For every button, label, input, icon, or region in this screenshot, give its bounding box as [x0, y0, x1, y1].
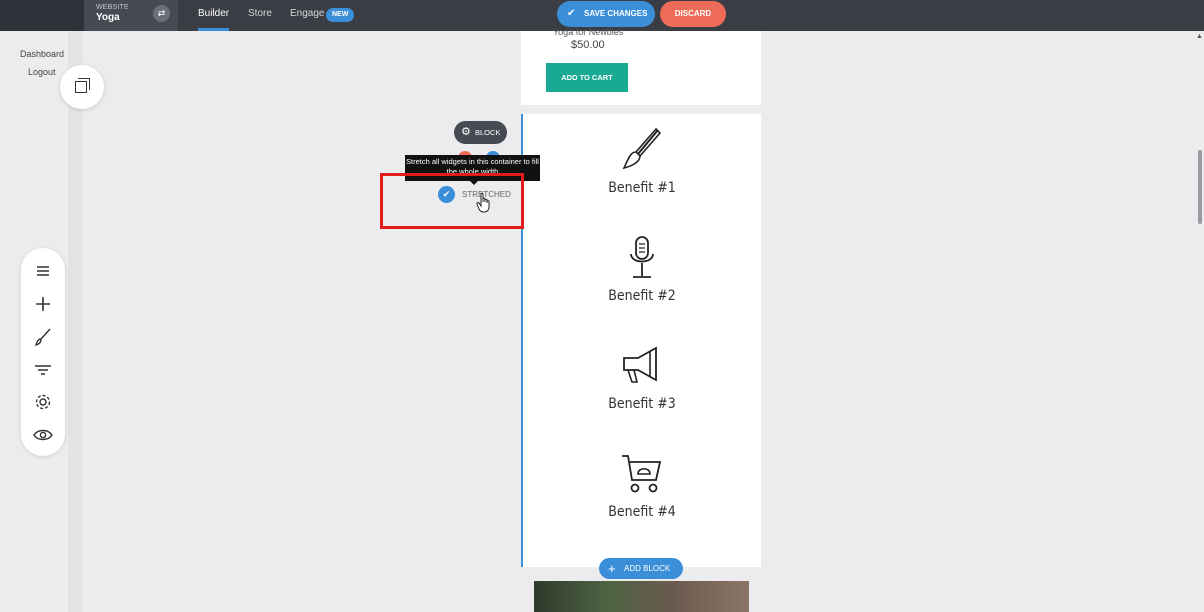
gear-icon[interactable] [31, 390, 55, 414]
tab-store[interactable]: Store [248, 0, 272, 31]
highlight-box [380, 173, 524, 229]
benefits-block[interactable]: Benefit #1 Benefit #2 Benefit #3 Benefit… [521, 114, 761, 567]
plus-icon[interactable] [31, 292, 55, 316]
save-changes-button[interactable]: ✔ SAVE CHANGES [557, 1, 655, 27]
gear-icon: ⚙ [461, 126, 471, 138]
benefit-title: Benefit #2 [608, 288, 676, 304]
block-label: BLOCK [475, 128, 501, 137]
add-block-button[interactable]: + ADD BLOCK [599, 558, 683, 579]
add-to-cart-button[interactable]: ADD TO CART [546, 63, 628, 92]
website-switcher[interactable]: WEBSITE Yoga ⇄ [84, 0, 178, 31]
benefit-item[interactable]: Benefit #2 [523, 234, 761, 304]
brush-icon[interactable] [31, 325, 55, 349]
tab-builder[interactable]: Builder [198, 0, 230, 31]
shopping-cart-icon [622, 455, 662, 493]
scrollbar-thumb[interactable] [1198, 150, 1202, 224]
editor-toolbar [21, 248, 65, 456]
product-name: Yoga for Newbies [553, 27, 624, 37]
left-panel-edge [68, 31, 82, 612]
benefit-item[interactable]: Benefit #1 [523, 126, 761, 196]
top-bar-left-strip [0, 0, 84, 31]
pages-button[interactable] [60, 65, 104, 109]
benefit-title: Benefit #4 [608, 504, 676, 520]
eye-icon[interactable] [31, 423, 55, 447]
plus-icon: + [608, 561, 616, 576]
scroll-up-arrow[interactable]: ▲ [1196, 33, 1203, 40]
benefit-item[interactable]: Benefit #4 [523, 450, 761, 520]
menu-icon[interactable] [31, 259, 55, 283]
save-changes-label: SAVE CHANGES [584, 9, 648, 18]
block-settings-button[interactable]: ⚙ BLOCK [454, 121, 507, 144]
megaphone-icon [623, 346, 657, 383]
swap-icon[interactable]: ⇄ [153, 5, 170, 22]
product-section[interactable]: Yoga for Newbies $50.00 ADD TO CART [521, 27, 761, 105]
benefit-item[interactable]: Benefit #3 [523, 342, 761, 412]
tab-engage[interactable]: Engage [290, 0, 324, 31]
paintbrush-icon [622, 127, 662, 170]
microphone-icon [630, 236, 654, 278]
pages-icon-front [75, 81, 87, 93]
dashboard-link[interactable]: Dashboard [20, 49, 64, 59]
hero-photo [534, 581, 749, 612]
benefit-title: Benefit #3 [608, 396, 676, 412]
product-price: $50.00 [571, 39, 605, 51]
new-badge: NEW [326, 8, 355, 22]
discard-button[interactable]: DISCARD [660, 1, 726, 27]
filter-icon[interactable] [31, 358, 55, 382]
benefit-title: Benefit #1 [608, 180, 676, 196]
logout-link[interactable]: Logout [28, 67, 56, 77]
hand-cursor-icon [476, 192, 490, 213]
add-block-label: ADD BLOCK [624, 564, 671, 573]
check-icon: ✔ [567, 8, 576, 19]
